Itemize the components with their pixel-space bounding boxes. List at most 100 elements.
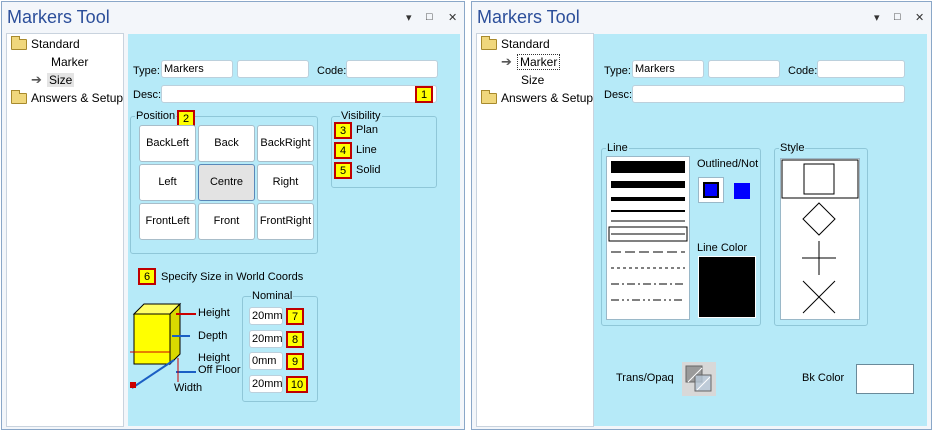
desc-input[interactable] xyxy=(632,85,905,103)
markers-tool-window-marker: Markers Tool ▾ □ ✕ Standard ➔ Marker Siz… xyxy=(471,1,932,430)
maximize-icon[interactable]: □ xyxy=(426,11,433,23)
bk-color-swatch[interactable] xyxy=(856,364,914,394)
tree-item-label: Standard xyxy=(501,37,550,51)
close-icon[interactable]: ✕ xyxy=(448,11,457,24)
dim-width-label: Width xyxy=(174,382,203,394)
position-back-left-button[interactable]: BackLeft xyxy=(139,125,196,162)
code-input[interactable] xyxy=(346,60,438,78)
style-title: Style xyxy=(779,142,806,154)
bk-color-label: Bk Color xyxy=(802,372,845,384)
position-right-button[interactable]: Right xyxy=(257,164,314,201)
marker-style-list[interactable] xyxy=(780,158,860,320)
tree-item-label: Standard xyxy=(31,37,80,51)
desc-label: Desc: xyxy=(133,89,162,101)
tree-item-answers-setup[interactable]: Answers & Setup xyxy=(481,90,593,106)
nominal-title: Nominal xyxy=(251,290,294,302)
dim-height-label: Height xyxy=(198,307,230,319)
width-input[interactable]: 20mm xyxy=(249,375,283,393)
nav-tree: Standard Marker ➔ Size Answers & Setup xyxy=(6,33,124,427)
line-styles-icon xyxy=(608,161,688,301)
nav-tree: Standard ➔ Marker Size Answers & Setup xyxy=(476,33,594,427)
tree-item-size[interactable]: ➔ Size xyxy=(31,72,75,88)
position-left-button[interactable]: Left xyxy=(139,164,196,201)
folder-icon xyxy=(11,36,27,50)
callout-badge: 5 xyxy=(334,162,352,179)
depth-input[interactable]: 20mm xyxy=(249,330,283,348)
visibility-title: Visibility xyxy=(340,110,382,122)
tree-item-standard[interactable]: Standard xyxy=(481,36,550,52)
tree-item-marker[interactable]: ➔ Marker xyxy=(501,54,561,70)
transparency-toggle-icon[interactable] xyxy=(682,362,716,396)
callout-badge: 7 xyxy=(286,308,304,325)
visibility-line-checkbox[interactable]: Line xyxy=(356,144,377,156)
position-back-button[interactable]: Back xyxy=(198,125,255,162)
tree-item-size[interactable]: Size xyxy=(521,72,544,88)
type-secondary-input[interactable] xyxy=(708,60,780,78)
tree-item-label: Size xyxy=(47,73,75,87)
line-title: Line xyxy=(606,142,629,154)
type-secondary-input[interactable] xyxy=(237,60,309,78)
callout-badge: 10 xyxy=(286,376,308,393)
position-centre-button[interactable]: Centre xyxy=(198,164,255,201)
visibility-plan-checkbox[interactable]: Plan xyxy=(356,124,378,136)
position-title: Position xyxy=(135,110,177,122)
tree-item-label: Answers & Setup xyxy=(501,91,594,105)
callout-badge: 9 xyxy=(286,353,304,370)
trans-opaq-label: Trans/Opaq xyxy=(616,372,674,384)
line-color-label: Line Color xyxy=(697,242,748,254)
visibility-solid-checkbox[interactable]: Solid xyxy=(356,164,380,176)
window-title: Markers Tool xyxy=(477,7,580,27)
height-input[interactable]: 20mm xyxy=(249,307,283,325)
code-input[interactable] xyxy=(817,60,905,78)
type-input[interactable]: Markers xyxy=(632,60,704,78)
pin-icon[interactable]: ▾ xyxy=(874,11,880,24)
position-front-button[interactable]: Front xyxy=(198,203,255,240)
markers-tool-window-size: Markers Tool ▾ □ ✕ Standard Marker ➔ Siz… xyxy=(1,1,465,430)
folder-icon xyxy=(481,36,497,50)
pin-icon[interactable]: ▾ xyxy=(406,11,412,24)
callout-badge: 3 xyxy=(334,122,352,139)
folder-icon xyxy=(11,90,27,104)
tree-item-label: Answers & Setup xyxy=(31,91,124,105)
arrow-right-icon: ➔ xyxy=(31,72,42,87)
tree-item-label: Marker xyxy=(51,55,89,69)
type-label: Type: xyxy=(133,65,160,77)
tree-item-standard[interactable]: Standard xyxy=(11,36,80,52)
callout-badge: 8 xyxy=(286,331,304,348)
size-panel: Type: Markers Code: Desc: 1 Position 2 B… xyxy=(128,34,460,426)
folder-icon xyxy=(481,90,497,104)
desc-input[interactable] xyxy=(161,85,437,103)
specify-size-checkbox[interactable]: Specify Size in World Coords xyxy=(161,271,303,283)
line-color-swatch[interactable] xyxy=(698,256,756,318)
tree-item-answers-setup[interactable]: Answers & Setup xyxy=(11,90,123,106)
type-input[interactable]: Markers xyxy=(161,60,233,78)
position-front-left-button[interactable]: FrontLeft xyxy=(139,203,196,240)
outlined-toggle[interactable] xyxy=(698,177,724,203)
maximize-icon[interactable]: □ xyxy=(894,11,901,23)
desc-label: Desc: xyxy=(604,89,633,101)
callout-badge: 1 xyxy=(415,86,433,103)
tree-item-label: Size xyxy=(521,73,545,87)
close-icon[interactable]: ✕ xyxy=(915,11,924,24)
type-label: Type: xyxy=(604,65,631,77)
not-outlined-toggle[interactable] xyxy=(734,183,750,199)
dim-depth-label: Depth xyxy=(198,330,228,342)
callout-badge: 6 xyxy=(138,268,156,285)
code-label: Code: xyxy=(788,65,818,77)
code-label: Code: xyxy=(317,65,347,77)
outlined-square-icon xyxy=(703,182,719,198)
dim-off-floor-label: Off Floor xyxy=(198,364,241,376)
dim-height-off-floor-label: Height xyxy=(198,352,230,364)
position-front-right-button[interactable]: FrontRight xyxy=(257,203,314,240)
window-title: Markers Tool xyxy=(7,7,110,27)
callout-badge: 4 xyxy=(334,142,352,159)
outlined-label: Outlined/Not xyxy=(697,158,759,170)
height-off-floor-input[interactable]: 0mm xyxy=(249,352,283,370)
line-style-list[interactable] xyxy=(606,156,690,320)
tree-item-marker[interactable]: Marker xyxy=(51,54,88,70)
marker-shapes-icon xyxy=(781,159,859,314)
position-back-right-button[interactable]: BackRight xyxy=(257,125,314,162)
arrow-right-icon: ➔ xyxy=(501,54,512,69)
tree-item-label: Marker xyxy=(517,54,561,70)
marker-panel: Type: Markers Code: Desc: Line Outlined/… xyxy=(594,34,927,426)
